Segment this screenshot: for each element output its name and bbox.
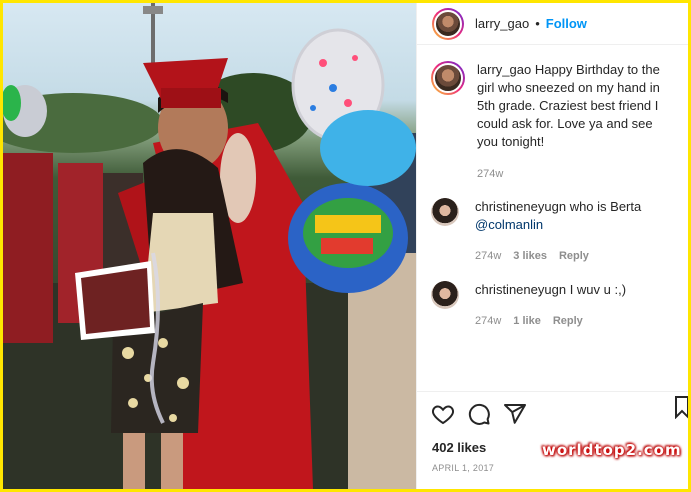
post-date[interactable]: APRIL 1, 2017: [432, 463, 494, 473]
follow-button[interactable]: Follow: [546, 16, 587, 31]
comment-time[interactable]: 274w: [475, 247, 501, 265]
comment-username[interactable]: christineneyugn: [475, 199, 566, 214]
reply-button[interactable]: Reply: [559, 247, 589, 265]
heart-icon[interactable]: [431, 402, 455, 426]
comment-likes[interactable]: 3 likes: [513, 247, 547, 265]
bookmark-icon[interactable]: [670, 395, 688, 419]
watermark: worldtop2.com: [542, 441, 682, 459]
comment-time[interactable]: 274w: [475, 312, 501, 330]
comments-list: larry_gao Happy Birthday to the girl who…: [417, 61, 688, 330]
caption-username[interactable]: larry_gao: [477, 62, 531, 77]
action-bar: [417, 391, 688, 435]
comment-row: christineneyugn who is Berta @colmanlin …: [417, 198, 688, 265]
caption-row: larry_gao Happy Birthday to the girl who…: [417, 61, 688, 183]
author-avatar[interactable]: [432, 7, 464, 40]
comment-mention[interactable]: @colmanlin: [475, 217, 543, 232]
caption-time[interactable]: 274w: [477, 165, 503, 183]
commenter-avatar[interactable]: [431, 198, 459, 226]
comment-text: I wuv u :,): [569, 282, 627, 297]
post-frame: larry_gao • Follow larry_gao Happy Birth…: [3, 3, 688, 489]
post-header: larry_gao • Follow: [417, 3, 688, 45]
post-sidebar: larry_gao • Follow larry_gao Happy Birth…: [416, 3, 688, 489]
post-photo[interactable]: [3, 3, 416, 489]
likes-count[interactable]: 402 likes: [432, 440, 486, 455]
graduation-photo-illustration: [3, 3, 416, 489]
comment-username[interactable]: christineneyugn: [475, 282, 566, 297]
reply-button[interactable]: Reply: [553, 312, 583, 330]
comment-likes[interactable]: 1 like: [513, 312, 541, 330]
comment-row: christineneyugn I wuv u :,) 274w 1 like …: [417, 281, 688, 330]
separator-dot: •: [535, 16, 540, 31]
commenter-avatar[interactable]: [431, 281, 459, 309]
comment-icon[interactable]: [467, 402, 491, 426]
caption-avatar[interactable]: [431, 61, 465, 95]
share-icon[interactable]: [503, 402, 527, 426]
comment-text: who is Berta: [569, 199, 642, 214]
author-username[interactable]: larry_gao: [475, 16, 529, 31]
